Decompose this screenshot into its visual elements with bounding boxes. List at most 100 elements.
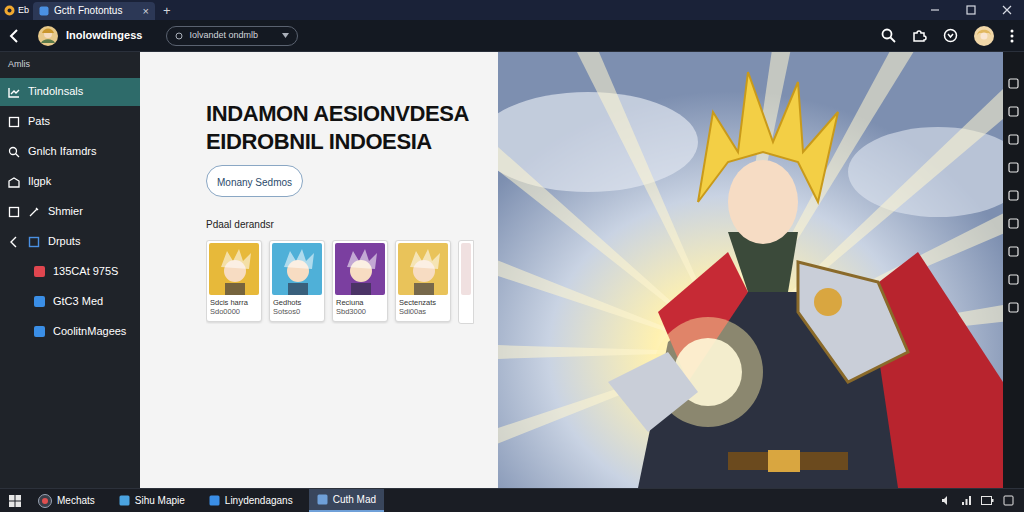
- sidebar-item[interactable]: Gnlch Ifamdrs: [0, 138, 140, 166]
- item-kind-holder: [8, 236, 40, 248]
- new-tab-button[interactable]: +: [163, 4, 171, 17]
- side-tool-icon[interactable]: [1008, 106, 1019, 117]
- sidebar-item-label: Drputs: [48, 233, 80, 250]
- page-heading: INDAMON AESIONVDESAEIDROBNIL INDOESIA: [206, 100, 469, 155]
- app-card[interactable]: Sdcis harraSdo0000: [206, 240, 262, 322]
- character-thumbnail-icon: [398, 243, 448, 295]
- character-thumbnail-icon: [335, 243, 385, 295]
- network-icon[interactable]: [961, 495, 972, 506]
- tab-close[interactable]: ×: [143, 6, 149, 17]
- taskbar-item[interactable]: Linydendagans: [201, 489, 301, 512]
- sidebar-item-label: 135CAt 975S: [53, 263, 118, 280]
- sidebar-item[interactable]: CoolitnMagees: [0, 318, 140, 346]
- profile-name: Inolowdingess: [66, 27, 142, 44]
- app-window-icon: [317, 494, 328, 505]
- sidebar-item-label: Pats: [28, 113, 50, 130]
- account-circle-icon[interactable]: [943, 28, 958, 43]
- browser-tab[interactable]: Gcth Fnotontus ×: [33, 2, 155, 20]
- taskbar-item-label: Linydendagans: [225, 493, 293, 508]
- nav-item-icon: [8, 116, 20, 128]
- character-thumbnail-icon: [209, 243, 259, 295]
- taskbar-item[interactable]: Cuth Mad: [309, 489, 384, 512]
- sidebar-item[interactable]: Ilgpk: [0, 168, 140, 196]
- nav-item-icon: [8, 86, 20, 98]
- sidebar-item[interactable]: GtC3 Med: [0, 288, 140, 316]
- item-kind-holder: [34, 266, 45, 277]
- hero-artwork: [498, 52, 1003, 488]
- character-thumbnail-icon: [272, 243, 322, 295]
- sidebar-header: Amlis: [0, 58, 140, 76]
- close-icon[interactable]: [1002, 5, 1012, 15]
- app-window-icon: [119, 495, 130, 506]
- side-tool-icon[interactable]: [1008, 78, 1019, 89]
- card-title: Sdcis harra: [209, 298, 259, 307]
- side-tool-icon[interactable]: [1008, 190, 1019, 201]
- nav-item-icon: [8, 146, 20, 158]
- heading-line: INDAMON AESIONVDESA: [206, 100, 469, 128]
- side-tool-icon[interactable]: [1008, 302, 1019, 313]
- title-bar: Eb Gcth Fnotontus × +: [0, 0, 1024, 20]
- side-tool-icon[interactable]: [1008, 162, 1019, 173]
- card-title: Gedhots: [272, 298, 322, 307]
- side-tool-icon[interactable]: [1008, 134, 1019, 145]
- sidebar-item[interactable]: Tindolnsals: [0, 78, 140, 106]
- minimize-icon[interactable]: [930, 5, 940, 15]
- taskbar-item[interactable]: Sihu Mapie: [111, 489, 193, 512]
- nav-item-icon: [8, 176, 20, 188]
- app-logo-icon: [4, 5, 15, 16]
- sidebar-item[interactable]: Drputs: [0, 228, 140, 256]
- back-arrow-icon[interactable]: [8, 29, 20, 43]
- system-tray: [941, 495, 1024, 506]
- extensions-icon[interactable]: [912, 28, 927, 43]
- profile-avatar-icon[interactable]: [38, 26, 58, 46]
- card-thumbnail: [398, 243, 448, 295]
- app-card[interactable]: GedhotsSotsos0: [269, 240, 325, 322]
- card-subtitle: Sotsos0: [272, 307, 322, 319]
- toolbar: Inolowdingess Iolvandet ondmlb: [0, 20, 1024, 52]
- more-menu-icon[interactable]: [1010, 29, 1014, 43]
- sub-item-icon: [28, 206, 40, 218]
- tab-favicon-icon: [39, 6, 49, 16]
- side-tool-icon[interactable]: [1008, 218, 1019, 229]
- card-subtitle: Sbd3000: [335, 307, 385, 319]
- sidebar: Amlis Tindolnsals Pats Gnlch Ifamdrs Ilgpk Sh…: [0, 52, 140, 488]
- card-thumbnail: [335, 243, 385, 295]
- app-badge[interactable]: Eb: [0, 5, 33, 16]
- nav-item-icon: [8, 206, 20, 218]
- speaker-icon[interactable]: [941, 495, 952, 506]
- section-label: Pdaal derandsr: [206, 217, 274, 232]
- workspace-dropdown[interactable]: Iolvandet ondmlb: [166, 26, 298, 46]
- partial-card[interactable]: [458, 240, 474, 324]
- app-card[interactable]: SectenzatsSdi00as: [395, 240, 451, 322]
- search-icon[interactable]: [881, 28, 896, 43]
- toolbar-actions: [881, 26, 1016, 46]
- sidebar-item-label: CoolitnMagees: [53, 323, 126, 340]
- taskbar-item-label: Cuth Mad: [333, 492, 376, 507]
- app-card[interactable]: ReciunaSbd3000: [332, 240, 388, 322]
- windows-start-icon[interactable]: [9, 495, 21, 507]
- sidebar-item[interactable]: Shmier: [0, 198, 140, 226]
- hero-character-icon: [498, 52, 1003, 488]
- card-subtitle: Sdo0000: [209, 307, 259, 319]
- sidebar-item-label: Tindolnsals: [28, 83, 83, 100]
- user-avatar-icon[interactable]: [974, 26, 994, 46]
- sub-item-icon: [28, 236, 40, 248]
- taskbar-item-label: Mechats: [57, 493, 95, 508]
- app-window-icon: [209, 495, 220, 506]
- notification-icon[interactable]: [1003, 495, 1014, 506]
- sidebar-item[interactable]: Pats: [0, 108, 140, 136]
- taskbar-item[interactable]: Mechats: [30, 489, 103, 512]
- maximize-icon[interactable]: [966, 5, 976, 15]
- side-tool-icon[interactable]: [1008, 246, 1019, 257]
- sidebar-item-label: Ilgpk: [28, 173, 51, 190]
- card-thumbnail: [209, 243, 259, 295]
- taskbar: Mechats Sihu Mapie Linydendagans Cuth Mad: [0, 488, 1024, 512]
- tab-title: Gcth Fnotontus: [54, 6, 122, 16]
- sidebar-item[interactable]: 135CAt 975S: [0, 258, 140, 286]
- side-tool-icon[interactable]: [1008, 274, 1019, 285]
- item-kind-holder: [8, 176, 20, 188]
- battery-icon[interactable]: [981, 496, 994, 505]
- card-title: Reciuna: [335, 298, 385, 307]
- circle-icon: [175, 32, 183, 40]
- action-pill-button[interactable]: Monany Sedmos: [206, 165, 303, 197]
